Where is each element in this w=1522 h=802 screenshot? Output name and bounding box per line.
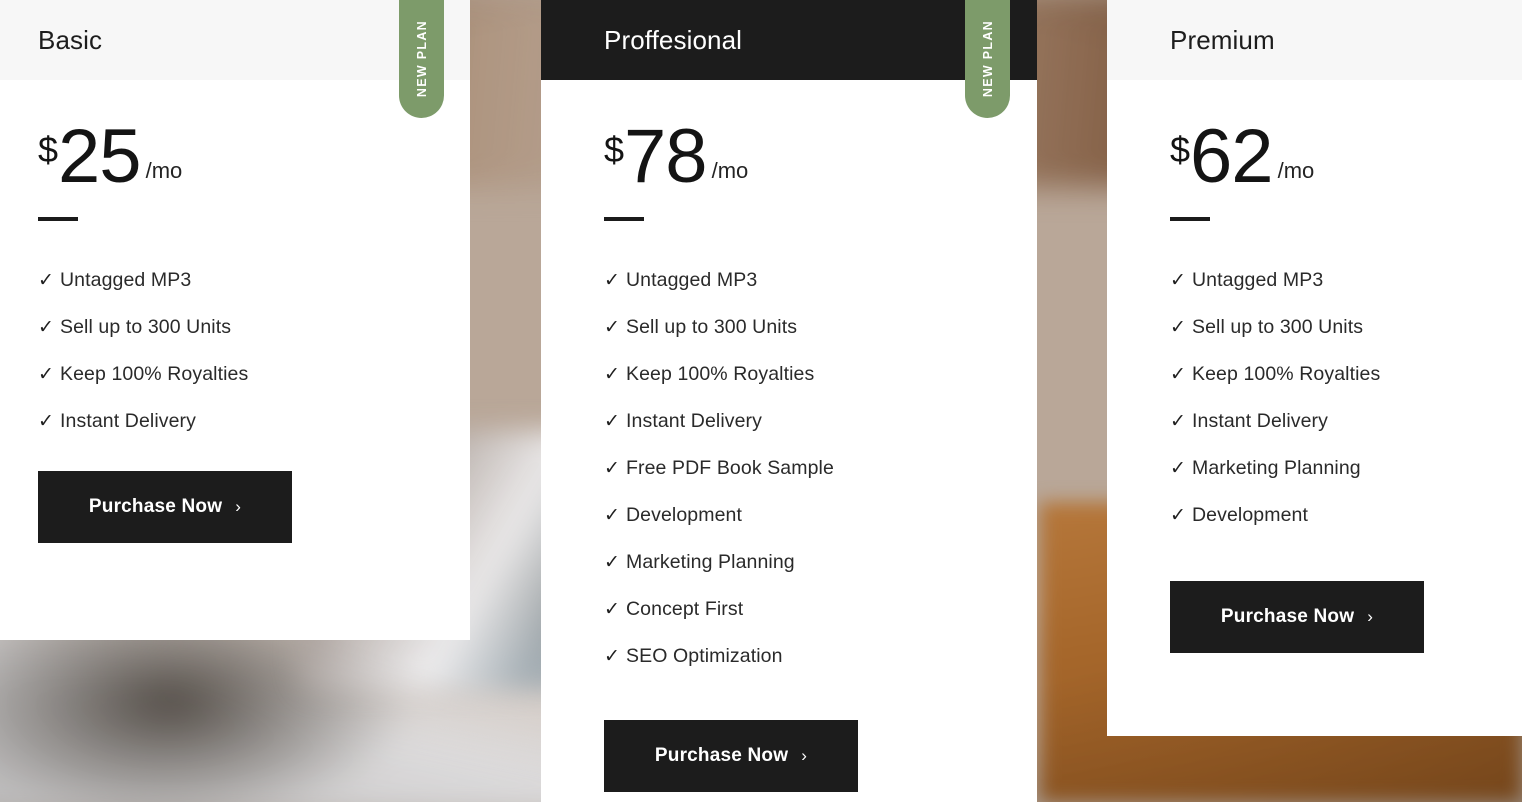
currency-symbol: $ — [38, 129, 59, 170]
feature-label: Untagged MP3 — [1192, 269, 1324, 292]
feature-label: Sell up to 300 Units — [626, 316, 798, 339]
feature-label: Marketing Planning — [626, 551, 795, 574]
price-divider — [38, 217, 78, 222]
list-item: ✓ Instant Delivery — [604, 398, 1037, 445]
purchase-now-label: Purchase Now — [88, 496, 223, 518]
list-item: ✓ Sell up to 300 Units — [604, 304, 1037, 351]
feature-label: Concept First — [626, 598, 744, 621]
list-item: ✓ Sell up to 300 Units — [38, 304, 470, 351]
new-plan-badge-label: NEW PLAN — [414, 20, 429, 98]
list-item: ✓ Development — [604, 492, 1037, 539]
pricing-card-premium: Premium $ 62 /mo ✓ Untagged MP3 ✓ Sell u… — [1107, 0, 1522, 736]
plan-title: Premium — [1170, 24, 1275, 55]
chevron-right-icon: › — [1367, 606, 1374, 626]
new-plan-badge: NEW PLAN — [399, 0, 444, 118]
card-header-premium: Premium — [1107, 0, 1522, 80]
feature-label: SEO Optimization — [626, 645, 783, 668]
currency-symbol: $ — [604, 129, 625, 170]
check-icon: ✓ — [38, 270, 54, 292]
check-icon: ✓ — [604, 505, 620, 527]
list-item: ✓ Keep 100% Royalties — [38, 351, 470, 398]
plan-title: Proffesional — [604, 24, 743, 55]
feature-label: Free PDF Book Sample — [626, 457, 834, 480]
card-header-proffesional: Proffesional — [541, 0, 1037, 80]
pricing-card-proffesional: Proffesional NEW PLAN $ 78 /mo ✓ Untagge… — [541, 0, 1037, 802]
check-icon: ✓ — [604, 599, 620, 621]
check-icon: ✓ — [1170, 364, 1186, 386]
feature-label: Marketing Planning — [1192, 457, 1361, 480]
new-plan-badge-label: NEW PLAN — [980, 20, 995, 98]
purchase-now-button[interactable]: Purchase Now › — [38, 471, 292, 544]
pricing-card-basic: Basic NEW PLAN $ 25 /mo ✓ Untagged MP3 ✓… — [0, 0, 470, 640]
feature-label: Keep 100% Royalties — [60, 363, 249, 386]
purchase-now-button[interactable]: Purchase Now › — [1170, 581, 1424, 654]
feature-label: Keep 100% Royalties — [1192, 363, 1381, 386]
plan-title: Basic — [38, 24, 103, 55]
feature-list: ✓ Untagged MP3 ✓ Sell up to 300 Units ✓ … — [1170, 257, 1522, 539]
check-icon: ✓ — [1170, 270, 1186, 292]
price-period: /mo — [145, 158, 183, 184]
check-icon: ✓ — [1170, 458, 1186, 480]
check-icon: ✓ — [38, 317, 54, 339]
feature-label: Development — [626, 504, 742, 527]
card-body-basic: $ 25 /mo ✓ Untagged MP3 ✓ Sell up to 300… — [0, 80, 470, 544]
list-item: ✓ Untagged MP3 — [604, 257, 1037, 304]
card-body-proffesional: $ 78 /mo ✓ Untagged MP3 ✓ Sell up to 300… — [541, 80, 1037, 793]
pricing-page: Basic NEW PLAN $ 25 /mo ✓ Untagged MP3 ✓… — [0, 0, 1522, 802]
list-item: ✓ Sell up to 300 Units — [1170, 304, 1522, 351]
new-plan-badge: NEW PLAN — [965, 0, 1010, 118]
check-icon: ✓ — [604, 458, 620, 480]
feature-label: Instant Delivery — [1192, 410, 1328, 433]
chevron-right-icon: › — [235, 496, 242, 516]
feature-list: ✓ Untagged MP3 ✓ Sell up to 300 Units ✓ … — [38, 257, 470, 445]
feature-label: Sell up to 300 Units — [1192, 316, 1364, 339]
price-amount: 78 — [624, 114, 708, 199]
currency-symbol: $ — [1170, 129, 1191, 170]
check-icon: ✓ — [1170, 505, 1186, 527]
check-icon: ✓ — [1170, 411, 1186, 433]
check-icon: ✓ — [604, 646, 620, 668]
feature-label: Instant Delivery — [626, 410, 762, 433]
list-item: ✓ SEO Optimization — [604, 633, 1037, 680]
list-item: ✓ Free PDF Book Sample — [604, 445, 1037, 492]
check-icon: ✓ — [38, 411, 54, 433]
list-item: ✓ Marketing Planning — [1170, 445, 1522, 492]
list-item: ✓ Marketing Planning — [604, 539, 1037, 586]
check-icon: ✓ — [1170, 317, 1186, 339]
list-item: ✓ Untagged MP3 — [38, 257, 470, 304]
purchase-now-button[interactable]: Purchase Now › — [604, 720, 858, 793]
check-icon: ✓ — [604, 317, 620, 339]
list-item: ✓ Concept First — [604, 586, 1037, 633]
check-icon: ✓ — [604, 364, 620, 386]
list-item: ✓ Keep 100% Royalties — [604, 351, 1037, 398]
list-item: ✓ Keep 100% Royalties — [1170, 351, 1522, 398]
list-item: ✓ Untagged MP3 — [1170, 257, 1522, 304]
check-icon: ✓ — [38, 364, 54, 386]
feature-list: ✓ Untagged MP3 ✓ Sell up to 300 Units ✓ … — [604, 257, 1037, 680]
feature-label: Development — [1192, 504, 1308, 527]
price-amount: 25 — [58, 114, 142, 199]
price-divider — [604, 217, 644, 222]
feature-label: Instant Delivery — [60, 410, 196, 433]
card-body-premium: $ 62 /mo ✓ Untagged MP3 ✓ Sell up to 300… — [1107, 80, 1522, 654]
price-amount: 62 — [1190, 114, 1274, 199]
chevron-right-icon: › — [801, 745, 808, 765]
feature-label: Sell up to 300 Units — [60, 316, 232, 339]
check-icon: ✓ — [604, 270, 620, 292]
feature-label: Untagged MP3 — [626, 269, 758, 292]
purchase-now-label: Purchase Now — [1220, 606, 1355, 628]
feature-label: Keep 100% Royalties — [626, 363, 815, 386]
check-icon: ✓ — [604, 411, 620, 433]
price-divider — [1170, 217, 1210, 222]
purchase-now-label: Purchase Now — [654, 745, 789, 767]
list-item: ✓ Instant Delivery — [38, 398, 470, 445]
price-block: $ 62 /mo — [1170, 80, 1522, 199]
price-period: /mo — [711, 158, 749, 184]
price-period: /mo — [1277, 158, 1315, 184]
feature-label: Untagged MP3 — [60, 269, 192, 292]
list-item: ✓ Instant Delivery — [1170, 398, 1522, 445]
list-item: ✓ Development — [1170, 492, 1522, 539]
check-icon: ✓ — [604, 552, 620, 574]
